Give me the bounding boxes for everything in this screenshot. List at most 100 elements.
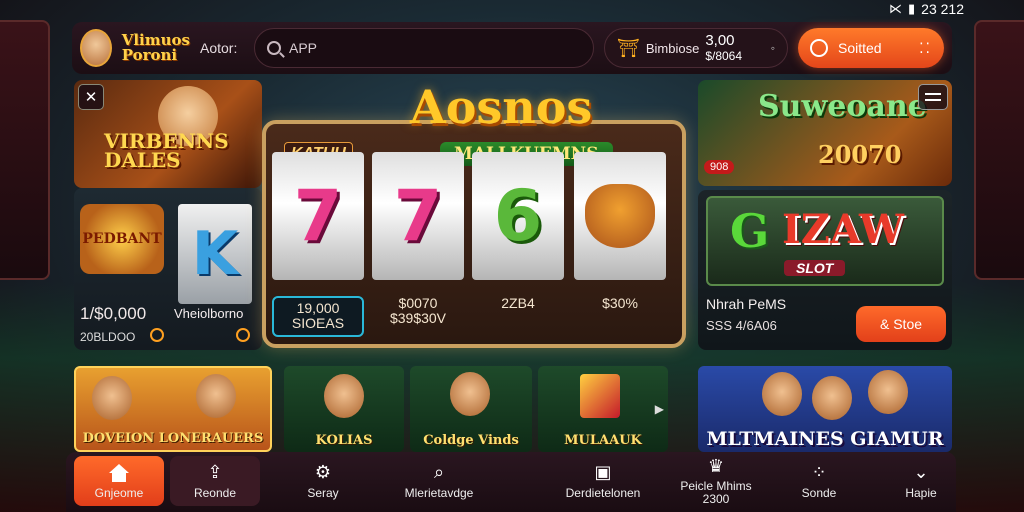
user-icon [810, 39, 828, 57]
nav-label: Reonde [193, 485, 237, 500]
nav-item-peicle[interactable]: ♛ Peicle Mhims 2300 [666, 456, 766, 506]
background-slot-machine-right [974, 20, 1024, 280]
game-card[interactable]: Coldge Vinds [410, 366, 532, 452]
salon-badge: 908 [704, 160, 735, 174]
game-card[interactable]: KOLIAS [284, 366, 404, 452]
game-card[interactable]: DOVEION LONERAUERS [74, 366, 272, 452]
coin-icon [236, 328, 250, 342]
reel-1-label[interactable]: 19,000 SIOEAS [272, 296, 364, 337]
game-character [868, 370, 908, 414]
reel-1[interactable]: 7 [272, 152, 364, 280]
balance-dropdown-icon[interactable]: ◦ [771, 41, 775, 55]
jackpot-symbol-letter: K [191, 219, 239, 289]
jackpot-amount: 1/$0,000 [80, 304, 147, 323]
search-bar[interactable]: APP [254, 28, 594, 68]
search-icon: ⌕ [433, 462, 445, 483]
reel-4[interactable] [574, 152, 666, 280]
signin-label: Soitted [838, 40, 882, 56]
jackpot-sub: 20BLDOO [80, 330, 136, 344]
featured-slot-name: Nhrah PeMS [706, 296, 787, 312]
jackpot-badge: PEDBANT [80, 204, 164, 274]
reel-2[interactable]: 7 [372, 152, 464, 280]
home-icon [108, 463, 130, 483]
game-character [450, 372, 490, 416]
balance-sub: $/8064 [705, 48, 743, 63]
featured-slot-tag: SLOT [784, 260, 846, 276]
game-card[interactable]: MULAAUK ▶ [538, 366, 668, 452]
featured-slot-stat: SSS 4/6A06 [706, 318, 777, 333]
signin-button[interactable]: Soitted ⁚⁚ [798, 28, 944, 68]
jackpot-symbol: K [178, 204, 252, 304]
nav-item-home[interactable]: Gnjeome [74, 456, 164, 506]
featured-slot-g: G [730, 204, 770, 258]
reel-3-symbol: 6 [493, 175, 543, 257]
reel-3[interactable]: 6 [472, 152, 564, 280]
gear-icon: ⚙ [314, 462, 332, 483]
action-label[interactable]: Aotor: [200, 40, 244, 56]
slot-title: Aosnos [410, 80, 593, 134]
balance-widget[interactable]: ⛩ Bimbiose 3,00 $/8064 ◦ [604, 28, 788, 68]
bull-icon [585, 184, 655, 248]
reel-3-label[interactable]: 2ZB4 [472, 295, 564, 311]
reel-2-symbol: 7 [393, 175, 443, 257]
bottom-nav: Gnjeome ⇪ Reonde ⚙ Seray ⌕ Mlerietavdge … [66, 452, 956, 512]
game-card-label: MLTMAINES GIAMUR [706, 428, 944, 450]
play-button[interactable]: & Stoe [856, 306, 946, 342]
search-input[interactable]: APP [289, 40, 317, 56]
background-slot-machine-left [0, 20, 50, 280]
gift-icon: ⛩ [617, 37, 640, 58]
balance-values: 3,00 $/8064 [705, 33, 742, 63]
nav-label: Seray [307, 485, 339, 500]
salon-year: 20070 [818, 140, 902, 169]
chevron-right-icon[interactable]: ▶ [655, 402, 664, 416]
avatar[interactable] [80, 29, 112, 67]
nav-item-reonde[interactable]: ⇪ Reonde [170, 456, 260, 506]
reel-1-symbol: 7 [293, 175, 343, 257]
salon-title: Suweoane [758, 89, 927, 124]
balance-label: Bimbiose [645, 40, 700, 56]
chevron-down-icon: ⌄ [913, 462, 929, 483]
featured-slot-word: IZAW [782, 206, 904, 253]
promo-title: VIRBENNS DALES [104, 129, 229, 172]
jackpot-badge-label: PEDBANT [82, 231, 162, 247]
gift-box-icon [580, 374, 620, 418]
balance-value: 3,00 [705, 32, 735, 50]
app-logo[interactable]: Vlimuos Poroni [122, 33, 190, 63]
nav-item-hapie[interactable]: ⌄ Hapie [876, 456, 966, 506]
promo-banner[interactable]: VIRBENNS DALES ✕ [74, 80, 262, 188]
top-bar: Vlimuos Poroni Aotor: APP ⛩ Bimbiose 3,0… [72, 22, 952, 74]
more-icon[interactable]: ⁚⁚ [919, 40, 932, 57]
game-character [324, 374, 364, 418]
nav-label: Mlerietavdge [404, 485, 474, 500]
menu-icon[interactable] [918, 84, 948, 110]
game-card-label: KOLIAS [315, 433, 373, 448]
game-character [92, 376, 132, 420]
nav-item-seray[interactable]: ⚙ Seray [278, 456, 368, 506]
jackpot-right-label: Vheiolborno [174, 306, 244, 321]
game-card-label: DOVEION LONERAUERS [82, 431, 264, 446]
battery-icon: ▮ [908, 1, 916, 16]
featured-slot-display: G IZAW SLOT [706, 196, 944, 286]
nav-item-derdietelonen[interactable]: ▣ Derdietelonen [548, 456, 658, 506]
nav-item-mlerietavdge[interactable]: ⌕ Mlerietavdge [384, 456, 494, 506]
game-character [762, 372, 802, 416]
search-icon [267, 41, 281, 55]
dots-icon: ⁘ [811, 462, 827, 483]
game-card[interactable]: MLTMAINES GIAMUR [698, 366, 952, 452]
nav-label: Gnjeome [94, 485, 144, 500]
card-icon: ▣ [594, 462, 612, 483]
salon-banner[interactable]: Suweoane 20070 908 [698, 80, 952, 186]
nav-label: Hapie [905, 485, 937, 500]
game-card-label: Coldge Vinds [423, 433, 519, 448]
nav-label: Sonde [801, 485, 837, 500]
featured-slot-card[interactable]: G IZAW SLOT Nhrah PeMS SSS 4/6A06 & Stoe [698, 190, 952, 350]
game-character [812, 376, 852, 420]
close-icon[interactable]: ✕ [78, 84, 104, 110]
nav-item-sonde[interactable]: ⁘ Sonde [774, 456, 864, 506]
reel-4-label[interactable]: $30% [574, 295, 666, 311]
reel-2-label[interactable]: $0070 $39$30V [372, 295, 464, 327]
status-time: 23 212 [921, 1, 964, 17]
game-character [196, 374, 236, 418]
main-slot-machine[interactable]: Aosnos MALLKUEMNS KATUU 7 7 6 19,000 SIO… [262, 80, 694, 350]
jackpot-card[interactable]: PEDBANT K 1/$0,000 20BLDOO Vheiolborno [74, 188, 262, 350]
